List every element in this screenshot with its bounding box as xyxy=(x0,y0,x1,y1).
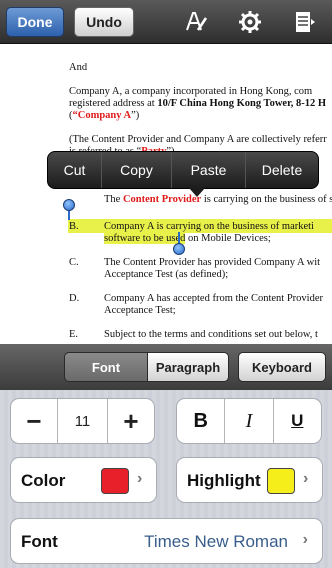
text-format-icon[interactable] xyxy=(184,10,208,34)
doc-line: Company A has accepted from the Content … xyxy=(104,293,323,304)
context-menu-pointer xyxy=(189,188,205,197)
font-family-value: Times New Roman xyxy=(144,532,288,551)
paste-menu-item[interactable]: Paste xyxy=(172,152,246,188)
doc-list-marker: C. xyxy=(69,257,79,268)
doc-text: The xyxy=(104,194,121,205)
font-size-value: 11 xyxy=(58,399,108,443)
chevron-right-icon: › xyxy=(302,531,308,548)
doc-line: And xyxy=(69,62,88,73)
decrease-size-button[interactable]: − xyxy=(11,399,58,443)
text-style-group: B I U xyxy=(176,398,322,444)
delete-menu-item[interactable]: Delete xyxy=(246,152,318,188)
text-color-swatch xyxy=(101,468,129,494)
doc-list-marker: E. xyxy=(69,329,79,340)
highlight-color-swatch xyxy=(267,468,295,494)
doc-text: on Mobile Devices; xyxy=(187,233,271,244)
cut-menu-item[interactable]: Cut xyxy=(48,152,102,188)
doc-text: ”) xyxy=(131,110,140,121)
doc-line: The Content Provider has provided Compan… xyxy=(104,257,321,268)
doc-line: Acceptance Test (as defined); xyxy=(104,269,229,280)
doc-line: (The Content Provider and Company A are … xyxy=(69,134,327,145)
doc-line: Company A, a company incorporated in Hon… xyxy=(69,86,313,97)
text-color-row[interactable]: Color › xyxy=(10,457,157,503)
doc-line: software to be used on Mobile Devices; xyxy=(104,233,271,244)
doc-list-marker: D. xyxy=(69,293,80,304)
copy-menu-item[interactable]: Copy xyxy=(102,152,172,188)
document-page[interactable]: And Company A, a company incorporated in… xyxy=(0,44,332,344)
done-button[interactable]: Done xyxy=(6,7,64,37)
doc-text-defined-term: “Company A xyxy=(72,110,132,121)
doc-list-marker: B. xyxy=(69,221,79,232)
color-label: Color xyxy=(21,471,66,490)
highlight-label: Highlight xyxy=(187,471,261,490)
doc-text-bold: 10/F China Hong Kong Tower, 8-12 H xyxy=(157,98,327,109)
highlight-color-row[interactable]: Highlight › xyxy=(176,457,323,503)
doc-line: Acceptance Test; xyxy=(104,305,176,316)
context-menu: Cut Copy Paste Delete xyxy=(47,151,319,189)
undo-button[interactable]: Undo xyxy=(74,7,134,37)
doc-line: The Content Provider is carrying on the … xyxy=(104,194,332,205)
increase-size-button[interactable]: + xyxy=(108,399,154,443)
selection-end-handle[interactable] xyxy=(173,243,185,255)
doc-text: is carrying on the business of s xyxy=(203,194,332,205)
doc-line: registered address at 10/F China Hong Ko… xyxy=(69,98,326,109)
chevron-right-icon: › xyxy=(303,470,309,487)
doc-line-selected: Company A is carrying on the business of… xyxy=(104,221,314,232)
doc-text: registered address at xyxy=(69,98,155,109)
chevron-right-icon: › xyxy=(137,470,143,487)
tab-paragraph[interactable]: Paragraph xyxy=(147,352,229,382)
font-size-stepper: − 11 + xyxy=(10,398,155,444)
italic-button[interactable]: I xyxy=(225,399,274,443)
underline-button[interactable]: U xyxy=(274,399,321,443)
top-toolbar: Done Undo xyxy=(0,0,332,44)
selection-start-handle[interactable] xyxy=(63,199,75,211)
font-label: Font xyxy=(21,532,58,551)
keyboard-button[interactable]: Keyboard xyxy=(238,352,326,382)
bold-button[interactable]: B xyxy=(177,399,226,443)
tab-font[interactable]: Font xyxy=(64,352,148,382)
gear-icon[interactable] xyxy=(238,10,262,34)
font-family-row[interactable]: Font Times New Roman › xyxy=(10,518,323,564)
doc-line: (“Company A”) xyxy=(69,110,139,121)
format-tab-bar: Font Paragraph Keyboard xyxy=(0,344,332,390)
font-format-panel: − 11 + B I U Color › Highlight › Font Ti… xyxy=(0,390,332,568)
document-menu-icon[interactable] xyxy=(293,10,317,34)
doc-text-selected: software to be used xyxy=(104,233,186,244)
doc-line: Subject to the terms and conditions set … xyxy=(104,329,318,340)
